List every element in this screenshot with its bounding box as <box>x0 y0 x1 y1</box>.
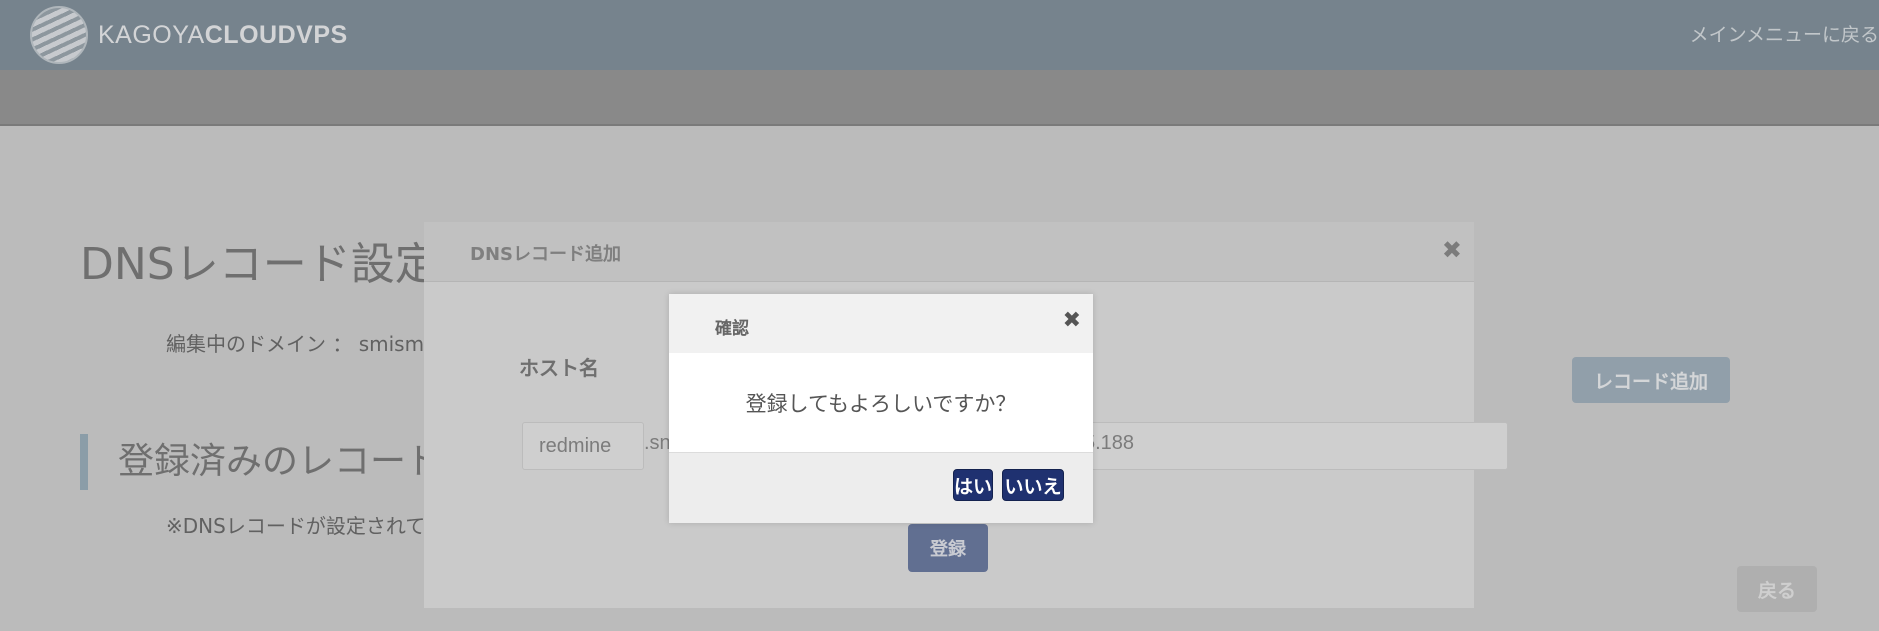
editing-domain-text: 編集中のドメイン ： smism <box>166 332 425 356</box>
hostname-input[interactable]: redmine <box>522 422 644 470</box>
no-button[interactable]: いいえ <box>1002 469 1064 501</box>
logo-text: KAGOYACLOUDVPS <box>98 21 348 50</box>
records-note: ※DNSレコードが設定されて <box>166 514 426 538</box>
confirm-dialog-body: 登録してもよろしいですか？ <box>669 353 1093 453</box>
confirm-close-icon[interactable]: ✖ <box>1063 308 1081 333</box>
kagoya-globe-icon <box>30 6 88 64</box>
confirm-dialog: 確認 ✖ 登録してもよろしいですか？ はい いいえ <box>669 294 1093 523</box>
domain-suffix-text: .sn <box>644 432 671 454</box>
register-button[interactable]: 登録 <box>908 524 988 572</box>
kagoya-logo[interactable]: KAGOYACLOUDVPS <box>30 6 348 64</box>
page-title: DNSレコード設定 <box>80 239 439 290</box>
confirm-dialog-title: 確認 <box>715 319 749 339</box>
dns-modal-header: DNSレコード追加 ✖ <box>424 222 1474 282</box>
top-header: KAGOYACLOUDVPS メインメニューに戻る <box>0 0 1879 70</box>
confirm-message: 登録してもよろしいですか？ <box>745 391 1017 416</box>
confirm-dialog-header: 確認 ✖ <box>669 294 1093 353</box>
yes-button[interactable]: はい <box>953 469 993 501</box>
hostname-label: ホスト名 <box>519 356 599 380</box>
dns-modal-title: DNSレコード追加 <box>470 244 621 265</box>
sub-navigation-bar <box>0 70 1879 126</box>
dns-modal-close-icon[interactable]: ✖ <box>1442 236 1462 264</box>
registered-records-heading: 登録済みのレコード <box>80 434 442 490</box>
back-to-main-menu-link[interactable]: メインメニューに戻る <box>1690 20 1879 47</box>
add-record-button[interactable]: レコード追加 <box>1572 357 1730 403</box>
logo-text-bold: CLOUD <box>204 20 297 49</box>
logo-text-tail: VPS <box>296 20 348 49</box>
page-root: KAGOYACLOUDVPS メインメニューに戻る DNSレコード設定 編集中の… <box>0 0 1879 631</box>
logo-text-light: KAGOYA <box>98 20 205 49</box>
confirm-dialog-footer: はい いいえ <box>669 453 1093 523</box>
back-button[interactable]: 戻る <box>1737 566 1817 612</box>
